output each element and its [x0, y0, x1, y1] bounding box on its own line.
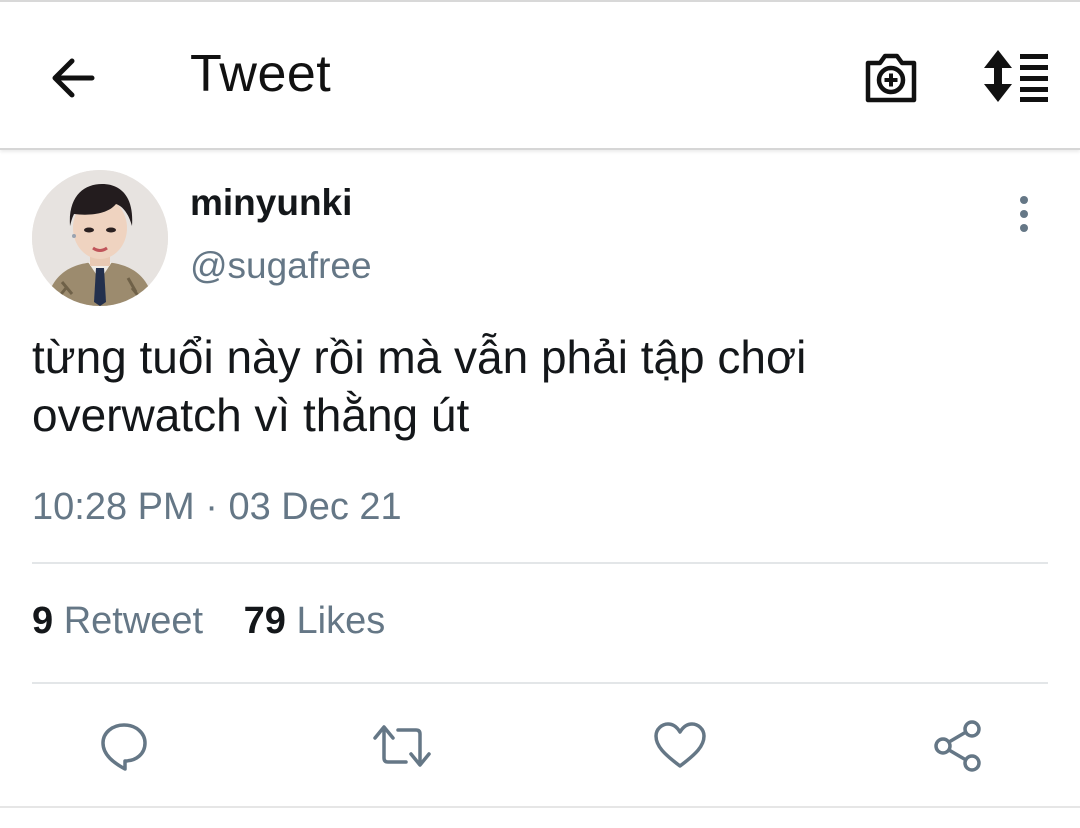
sort-list-icon [984, 50, 1048, 102]
retweet-button[interactable] [372, 718, 431, 774]
timestamp-separator: · [205, 486, 218, 528]
retweet-count: 9 [32, 600, 54, 642]
likes-count: 79 [243, 600, 286, 642]
tweet-stats: 9 Retweet 79 Likes [32, 600, 385, 643]
like-button[interactable] [652, 718, 708, 774]
share-button[interactable] [930, 718, 986, 774]
retweet-icon [373, 725, 431, 767]
camera-button[interactable] [862, 48, 920, 106]
profile-photo [32, 170, 168, 306]
reply-button[interactable] [96, 718, 152, 774]
share-icon [934, 720, 981, 772]
more-options-button[interactable] [1004, 192, 1044, 236]
divider [32, 562, 1048, 564]
back-button[interactable] [48, 52, 100, 104]
page-title: Tweet [190, 45, 332, 103]
tweet-time: 10:28 PM [32, 486, 195, 528]
divider [32, 682, 1048, 684]
more-vertical-icon [1020, 196, 1028, 232]
retweet-count-link[interactable]: 9 Retweet [32, 600, 203, 643]
avatar[interactable] [32, 170, 168, 306]
app-header: Tweet [0, 0, 1080, 150]
likes-label: Likes [296, 600, 386, 642]
sort-button[interactable] [982, 48, 1052, 104]
author-handle[interactable]: @sugafree [190, 245, 372, 287]
author-display-name[interactable]: minyunki [190, 182, 352, 224]
tweet-text-line: từng tuổi này rồi mà vẫn phải tập chơi [32, 331, 807, 383]
camera-plus-icon [865, 53, 917, 103]
likes-count-link[interactable]: 79 Likes [244, 600, 386, 643]
tweet-date: 03 Dec 21 [228, 486, 402, 528]
tweet-text-line: overwatch vì thằng út [32, 389, 470, 441]
like-icon [654, 722, 706, 768]
bottom-divider [0, 806, 1080, 808]
arrow-left-icon [52, 58, 95, 98]
retweet-label: Retweet [63, 600, 204, 642]
tweet-timestamp: 10:28 PM · 03 Dec 21 [32, 486, 402, 529]
tweet-text: từng tuổi này rồi mà vẫn phải tập chơi o… [32, 328, 1032, 444]
reply-icon [101, 723, 147, 771]
